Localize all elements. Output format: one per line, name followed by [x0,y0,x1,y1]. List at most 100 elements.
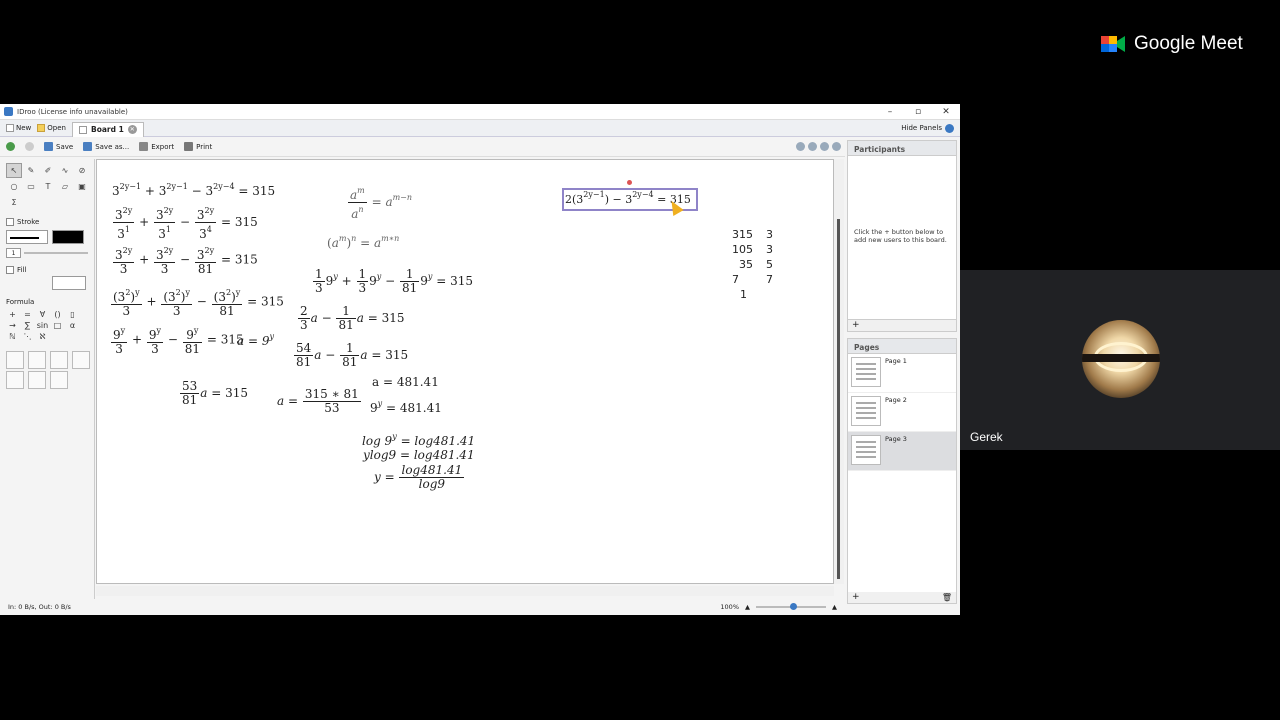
over-layout-icon[interactable] [50,371,68,389]
page-item-1[interactable]: Page 1 [848,354,956,393]
freeform-tool-icon[interactable]: ∿ [57,163,73,178]
meet-brand-text: Google Meet [1134,33,1243,54]
equation-3[interactable]: 32y 3 + 32y 3 − 32y 81 = 315 [112,244,258,276]
hide-panels-button[interactable]: Hide Panels [901,123,954,133]
image-tool-icon[interactable]: ▣ [74,179,90,194]
exponent-rule-2[interactable]: (am)n = am∗n [327,234,399,250]
superscript-layout-icon[interactable] [28,351,46,369]
save-button[interactable]: Save [44,142,73,151]
eraser-tool-icon[interactable]: ⊘ [74,163,90,178]
log-eq-1[interactable]: log 9y = log481.41 [362,432,475,448]
factor-row: 35 5 [739,258,773,271]
print-button[interactable]: Print [184,142,212,151]
zoom-slider-thumb[interactable] [790,603,797,610]
close-window-button[interactable]: ✕ [932,107,960,117]
naturals-symbol-icon[interactable]: ℕ [6,332,19,341]
stroke-style-select[interactable] [6,230,48,244]
a-value[interactable]: a = 481.41 [372,375,439,389]
plus-symbol-icon[interactable]: + [6,310,19,319]
maximize-button[interactable]: ▫ [904,107,932,117]
stroke-color-select[interactable] [52,230,84,244]
help-icon[interactable] [832,142,841,151]
comment-tool-icon[interactable]: ▱ [57,179,73,194]
whiteboard-canvas[interactable]: 32y−1 + 32y−1 − 32y−4 = 315 32y 31 + 32y 3… [96,159,834,584]
drawing-tools: ↖ ✎ ✐ ∿ ⊘ ○ ▭ T ▱ ▣ Σ [6,163,88,210]
select-tool-icon[interactable]: ↖ [6,163,22,178]
a-fraction-eq[interactable]: a = 315 ∗ 81 53 [277,388,362,415]
stack-layout-icon[interactable] [28,371,46,389]
tab-board-1[interactable]: Board 1 ✕ [71,121,144,137]
factor-row: 105 3 [732,243,773,256]
nine-y-eq[interactable]: 9y = 481.41 [370,399,442,415]
subscript-layout-icon[interactable] [50,351,68,369]
y-solution-eq[interactable]: y = log481.41 log9 [374,464,465,491]
stroke-width-slider[interactable] [24,252,88,254]
add-page-button[interactable]: + [852,592,860,602]
exponent-rule-1[interactable]: am an = am−n [347,184,412,221]
vertical-scroll-thumb[interactable] [837,219,840,579]
fill-option[interactable]: Fill [6,266,88,274]
box-symbol-icon[interactable]: □ [51,321,64,330]
log-eq-2[interactable]: ylog9 = log481.41 [363,448,475,462]
stroke-option[interactable]: Stroke [6,218,88,226]
factorization-table[interactable]: 315 3 105 3 35 5 77 1 [725,227,773,302]
arrow-right-icon [945,123,954,133]
fill-color-select[interactable] [52,276,86,290]
equals-symbol-icon[interactable]: = [21,310,34,319]
save-as-button[interactable]: Save as... [83,142,129,151]
highlighter-tool-icon[interactable]: ✐ [40,163,56,178]
sigma-tool-icon[interactable]: Σ [6,195,22,210]
rotate-handle[interactable] [627,180,632,185]
settings-icon[interactable] [808,142,817,151]
equation-ninth[interactable]: 1 3 9y + 1 3 9y − 1 81 9y = 315 [312,268,473,295]
horizontal-scrollbar[interactable] [96,586,834,596]
save-label: Save [56,142,74,151]
page-item-3[interactable]: Page 3 [848,432,956,471]
sqrt-layout-icon[interactable] [6,371,24,389]
fraction-layout-icon[interactable] [6,351,24,369]
open-button[interactable]: Open [37,124,66,132]
stroke-width-input[interactable]: 1 [6,248,21,258]
close-tab-icon[interactable]: ✕ [127,125,137,134]
subsup-layout-icon[interactable] [72,351,90,369]
parens-symbol-icon[interactable]: () [51,310,64,319]
equation-53-81[interactable]: 53 81 a = 315 [179,380,248,407]
arrow-symbol-icon[interactable]: → [6,321,19,330]
redo-icon[interactable] [25,142,34,151]
dots-symbol-icon[interactable]: ⋱ [21,332,34,341]
text-tool-icon[interactable]: T [40,179,56,194]
undo-icon[interactable] [6,142,15,151]
add-participant-button[interactable]: + [847,320,957,332]
vertical-scrollbar[interactable] [834,159,844,584]
zoom-out-icon[interactable]: ▲ [745,603,750,611]
forall-symbol-icon[interactable]: ∀ [36,310,49,319]
trash-icon[interactable]: 🗑 [942,592,952,603]
equation-two-thirds[interactable]: 23a − 1 81 a = 315 [297,305,405,332]
equation-54-81[interactable]: 54 81 a − 1 81 a = 315 [293,342,408,369]
rectangle-tool-icon[interactable]: ▭ [23,179,39,194]
fill-checkbox[interactable] [6,266,14,274]
ellipse-tool-icon[interactable]: ○ [6,179,22,194]
equation-1[interactable]: 32y−1 + 32y−1 − 32y−4 = 315 [112,182,275,198]
page-thumbnail [851,396,881,426]
sum-symbol-icon[interactable]: ∑ [21,321,34,330]
pencil-tool-icon[interactable]: ✎ [23,163,39,178]
fraction-symbol-icon[interactable]: ▯ [66,310,79,319]
equation-4[interactable]: (32)y 3 + (32)y 3 − (32)y 81 = 315 [110,286,284,318]
export-button[interactable]: Export [139,142,174,151]
alpha-symbol-icon[interactable]: α [66,321,79,330]
zoom-slider[interactable] [756,603,826,610]
minimize-button[interactable]: – [876,107,904,117]
info-icon[interactable] [820,142,829,151]
sin-symbol-icon[interactable]: sin [36,321,49,330]
new-button[interactable]: New [6,124,31,132]
zoom-in-icon[interactable]: ▲ [832,603,837,611]
stroke-checkbox[interactable] [6,218,14,226]
fullscreen-icon[interactable] [796,142,805,151]
substitution-eq[interactable]: a = 9y [237,332,274,348]
page-item-2[interactable]: Page 2 [848,393,956,432]
aleph-symbol-icon[interactable]: ℵ [36,332,49,341]
equation-5[interactable]: 9y 3 + 9y 3 − 9y 81 = 315 [110,324,244,356]
save-icon [44,142,53,151]
equation-2[interactable]: 32y 31 + 32y 31 − 32y 34 = 315 [112,204,258,241]
